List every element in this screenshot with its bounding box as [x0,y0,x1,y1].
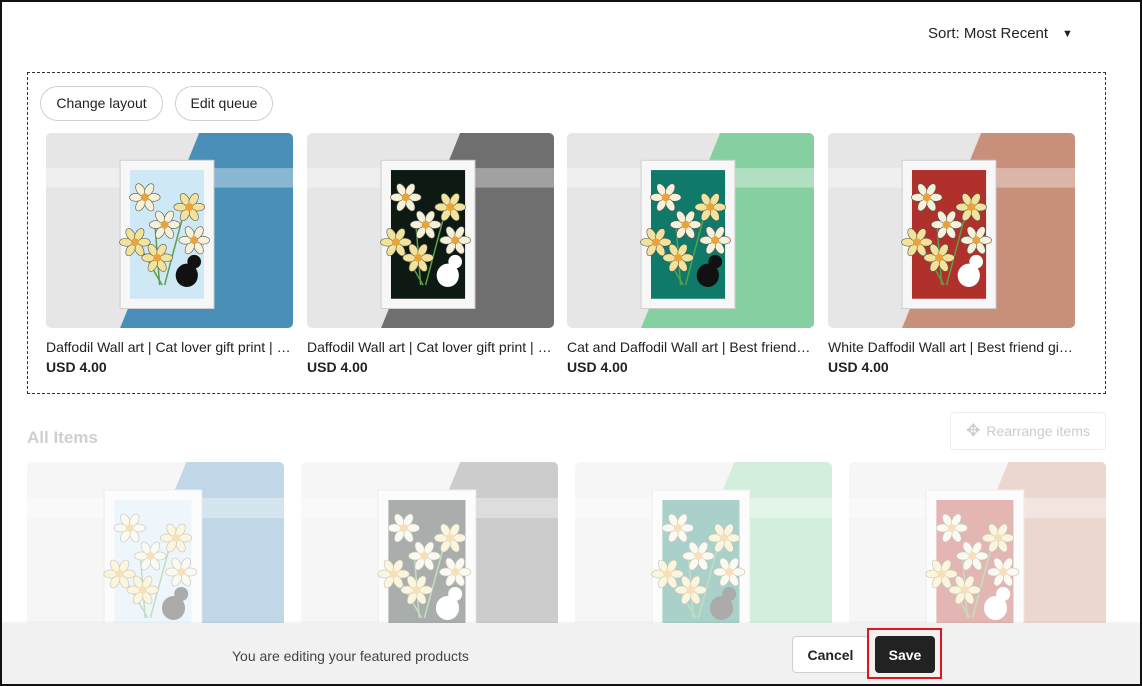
product-title: White Daffodil Wall art | Best friend gi… [828,339,1074,355]
edit-queue-button[interactable]: Edit queue [175,86,273,121]
rearrange-items-button[interactable]: ✥ Rearrange items [950,412,1106,450]
product-image [828,133,1075,328]
rearrange-label: Rearrange items [986,423,1090,439]
featured-products-section: Change layout Edit queue Daffodil Wall a… [27,72,1106,394]
featured-product-card[interactable]: Cat and Daffodil Wall art | Best friend … [567,133,814,375]
sort-dropdown[interactable]: Sort: Most Recent ▼ [928,25,1073,42]
product-image [307,133,554,328]
product-title: Cat and Daffodil Wall art | Best friend … [567,339,813,355]
product-title: Daffodil Wall art | Cat lover gift print… [307,339,553,355]
featured-product-card[interactable]: White Daffodil Wall art | Best friend gi… [828,133,1075,375]
featured-product-card[interactable]: Daffodil Wall art | Cat lover gift print… [46,133,293,375]
product-price: USD 4.00 [567,359,628,375]
featured-product-card[interactable]: Daffodil Wall art | Cat lover gift print… [307,133,554,375]
sort-label: Sort: Most Recent [928,25,1049,42]
product-image [567,133,814,328]
change-layout-button[interactable]: Change layout [40,86,163,121]
editing-bar: You are editing your featured products C… [2,623,1140,684]
product-title: Daffodil Wall art | Cat lover gift print… [46,339,292,355]
all-items-heading: All Items [27,428,98,447]
product-price: USD 4.00 [46,359,107,375]
product-image [46,133,293,328]
caret-down-icon: ▼ [1062,27,1073,40]
editing-message: You are editing your featured products [232,648,469,664]
cancel-button[interactable]: Cancel [792,636,869,673]
move-icon: ✥ [966,421,981,440]
save-button[interactable]: Save [875,636,935,673]
product-price: USD 4.00 [828,359,889,375]
product-price: USD 4.00 [307,359,368,375]
